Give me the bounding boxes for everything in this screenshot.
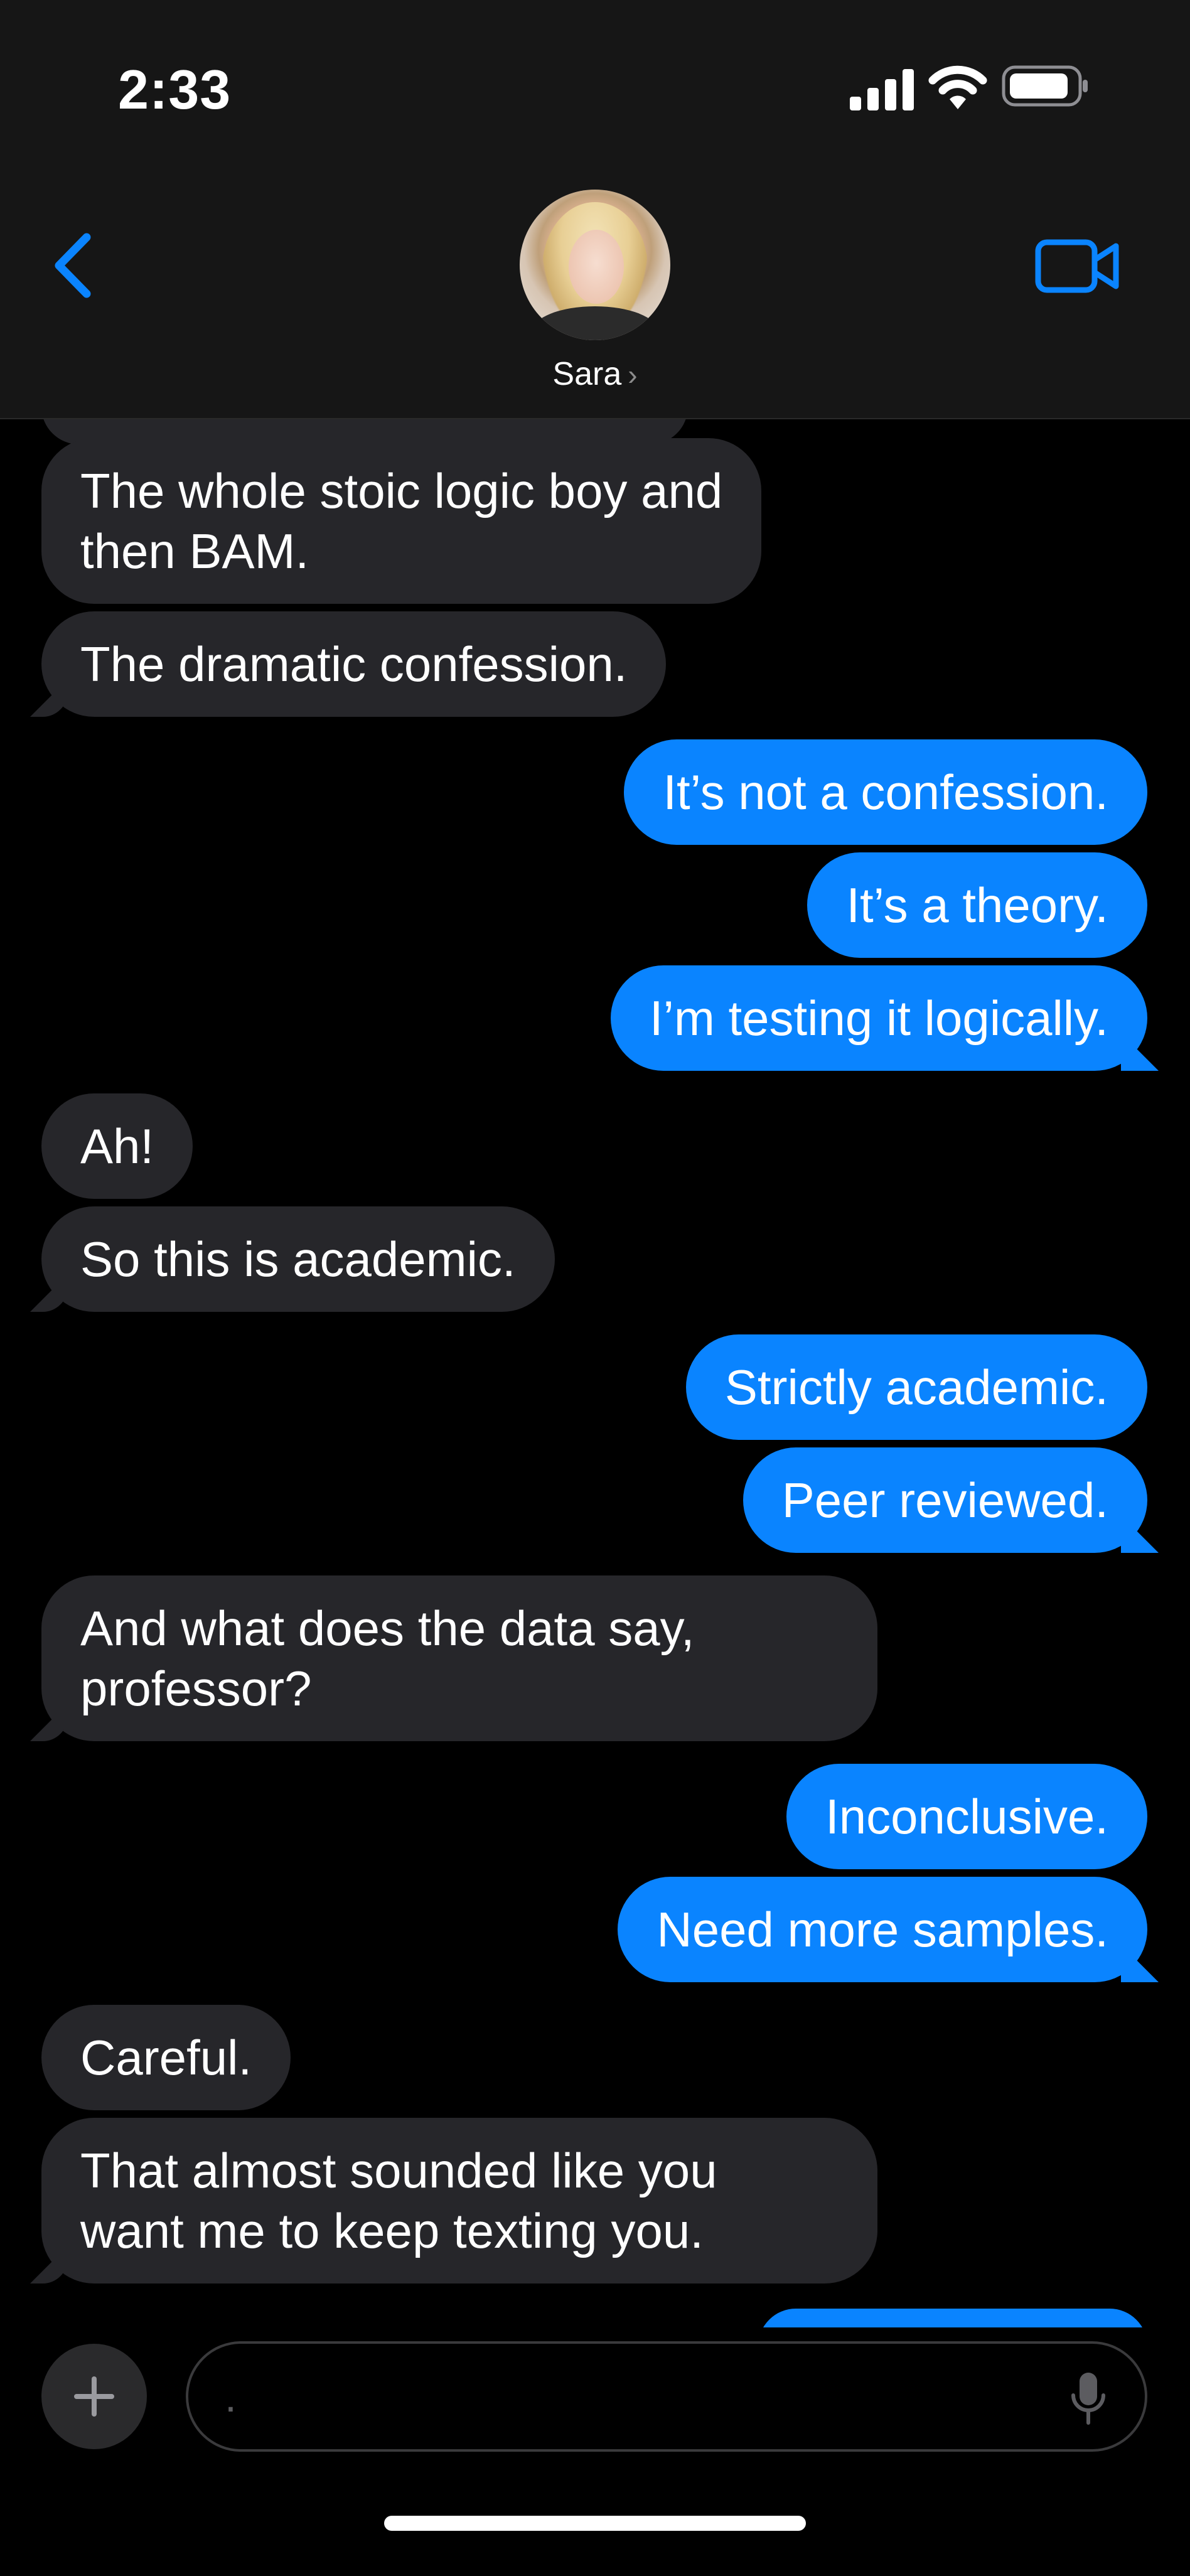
message-bubble-outgoing: Inconclusive.: [786, 1764, 1147, 1869]
message-text: It’s a theory.: [846, 877, 1108, 933]
message-text: Careful.: [80, 2030, 252, 2085]
back-button[interactable]: [48, 231, 98, 300]
contact-name-button[interactable]: Sara ›: [0, 355, 1190, 393]
message-text: Inconclusive.: [825, 1789, 1108, 1844]
message-bubble-outgoing: Strictly academic.: [685, 1334, 1147, 1440]
message-bubble-outgoing: Peer reviewed.: [742, 1447, 1147, 1553]
messages-screen: 2:33 Sara › The whole stoic logic boy an…: [0, 0, 1190, 2576]
message-text: Need more samples.: [657, 1902, 1108, 1957]
contact-avatar[interactable]: [520, 190, 670, 340]
message-bubble-incoming: Ah!: [41, 1093, 193, 1199]
wifi-icon: [928, 65, 987, 109]
message-bubble-outgoing: It’s not a confession.: [624, 739, 1147, 845]
message-input-field[interactable]: [186, 2341, 1147, 2452]
composer-bar: [0, 2327, 1190, 2576]
cellular-signal-icon: [850, 69, 914, 110]
contact-name: Sara: [552, 356, 622, 392]
message-text: It’s not a confession.: [663, 765, 1108, 820]
message-bubble-incoming: That almost sounded like you want me to …: [41, 2118, 877, 2284]
status-time: 2:33: [118, 58, 232, 121]
message-bubble-incoming: The dramatic confession.: [41, 611, 667, 717]
message-bubble-incoming: The whole stoic logic boy and then BAM.: [41, 438, 762, 604]
conversation-header: 2:33 Sara ›: [0, 0, 1190, 419]
microphone-icon[interactable]: [1069, 2370, 1107, 2428]
message-text: The dramatic confession.: [80, 636, 628, 692]
message-bubble-outgoing: I’m testing it logically.: [610, 965, 1147, 1071]
message-text: And what does the data say, professor?: [80, 1601, 695, 1716]
message-text: The whole stoic logic boy and then BAM.: [80, 463, 723, 579]
battery-icon: [1002, 65, 1088, 107]
message-list[interactable]: The whole stoic logic boy and then BAM. …: [0, 419, 1190, 2327]
message-text: So this is academic.: [80, 1232, 516, 1287]
plus-button[interactable]: [41, 2344, 147, 2449]
message-bubble-partial: [758, 2309, 1147, 2327]
message-text: I’m testing it logically.: [649, 990, 1108, 1046]
home-indicator[interactable]: [384, 2516, 806, 2531]
message-bubble-incoming: Careful.: [41, 2005, 291, 2110]
video-call-button[interactable]: [1034, 235, 1122, 298]
message-text: That almost sounded like you want me to …: [80, 2143, 717, 2258]
message-text: Ah!: [80, 1119, 154, 1174]
message-bubble-outgoing: It’s a theory.: [807, 852, 1147, 958]
message-input[interactable]: [225, 2369, 1041, 2425]
chevron-right-icon: ›: [628, 358, 638, 391]
message-bubble-outgoing: Need more samples.: [618, 1877, 1147, 1982]
message-text: Peer reviewed.: [781, 1473, 1108, 1528]
message-bubble-incoming: So this is academic.: [41, 1206, 555, 1312]
message-text: Strictly academic.: [724, 1360, 1108, 1415]
message-bubble-incoming: And what does the data say, professor?: [41, 1575, 877, 1741]
